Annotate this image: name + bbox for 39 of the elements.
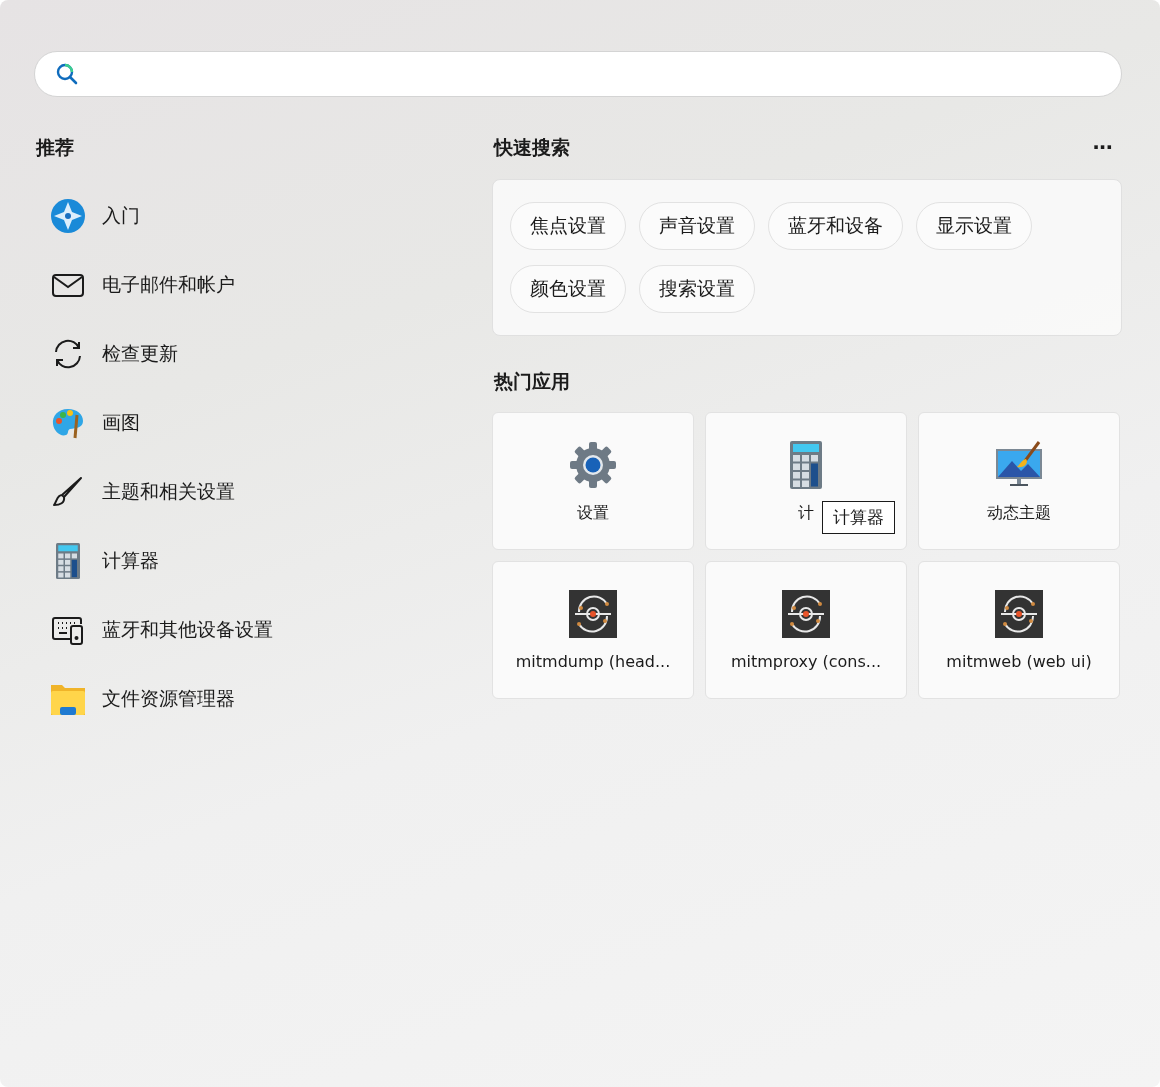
recommended-item[interactable]: 画图 [34, 388, 492, 457]
quick-search-chip[interactable]: 显示设置 [916, 202, 1032, 250]
recommended-item[interactable]: 电子邮件和帐户 [34, 250, 492, 319]
app-name: 动态主题 [987, 503, 1051, 524]
recommended-item[interactable]: 入门 [34, 181, 492, 250]
quick-search-chip[interactable]: 颜色设置 [510, 265, 626, 313]
recommended-item[interactable]: 计算器 [34, 526, 492, 595]
app-tile[interactable]: mitmproxy (cons... [705, 561, 907, 699]
app-tile[interactable]: mitmdump (head... [492, 561, 694, 699]
section-heading: 推荐 [36, 135, 74, 159]
recommended-item[interactable]: 主题和相关设置 [34, 457, 492, 526]
more-button[interactable]: ··· [1082, 135, 1122, 159]
circuit-logo-icon [995, 590, 1043, 638]
app-name: mitmproxy (cons... [730, 652, 882, 671]
section-heading: 热门应用 [494, 369, 570, 393]
circuit-logo-icon [569, 590, 617, 638]
quick-search-chip[interactable]: 声音设置 [639, 202, 755, 250]
app-name: 设置 [577, 503, 609, 524]
recommended-item[interactable]: 蓝牙和其他设备设置 [34, 595, 492, 664]
search-field[interactable] [34, 51, 1122, 97]
app-name: mitmdump (head... [515, 652, 671, 671]
monitor-brush-icon [995, 441, 1043, 489]
app-tile[interactable]: 设置 [492, 412, 694, 550]
section-heading: 快速搜索 [494, 135, 570, 159]
app-name: mitmweb (web ui) [946, 652, 1092, 671]
gear-icon [569, 441, 617, 489]
app-tile[interactable]: 动态主题 [918, 412, 1120, 550]
recommended-item[interactable]: 检查更新 [34, 319, 492, 388]
circuit-logo-icon [782, 590, 830, 638]
quick-search-chip[interactable]: 焦点设置 [510, 202, 626, 250]
app-tile[interactable]: 计 计算器 [705, 412, 907, 550]
recommended-item[interactable]: 文件资源管理器 [34, 664, 492, 733]
quick-search-chip[interactable]: 蓝牙和设备 [768, 202, 903, 250]
tooltip: 计算器 [822, 501, 895, 534]
search-icon [55, 62, 79, 86]
compass-icon [50, 197, 86, 234]
quick-search-chip[interactable]: 搜索设置 [639, 265, 755, 313]
app-name: 计 [798, 503, 814, 524]
app-tile[interactable]: mitmweb (web ui) [918, 561, 1120, 699]
